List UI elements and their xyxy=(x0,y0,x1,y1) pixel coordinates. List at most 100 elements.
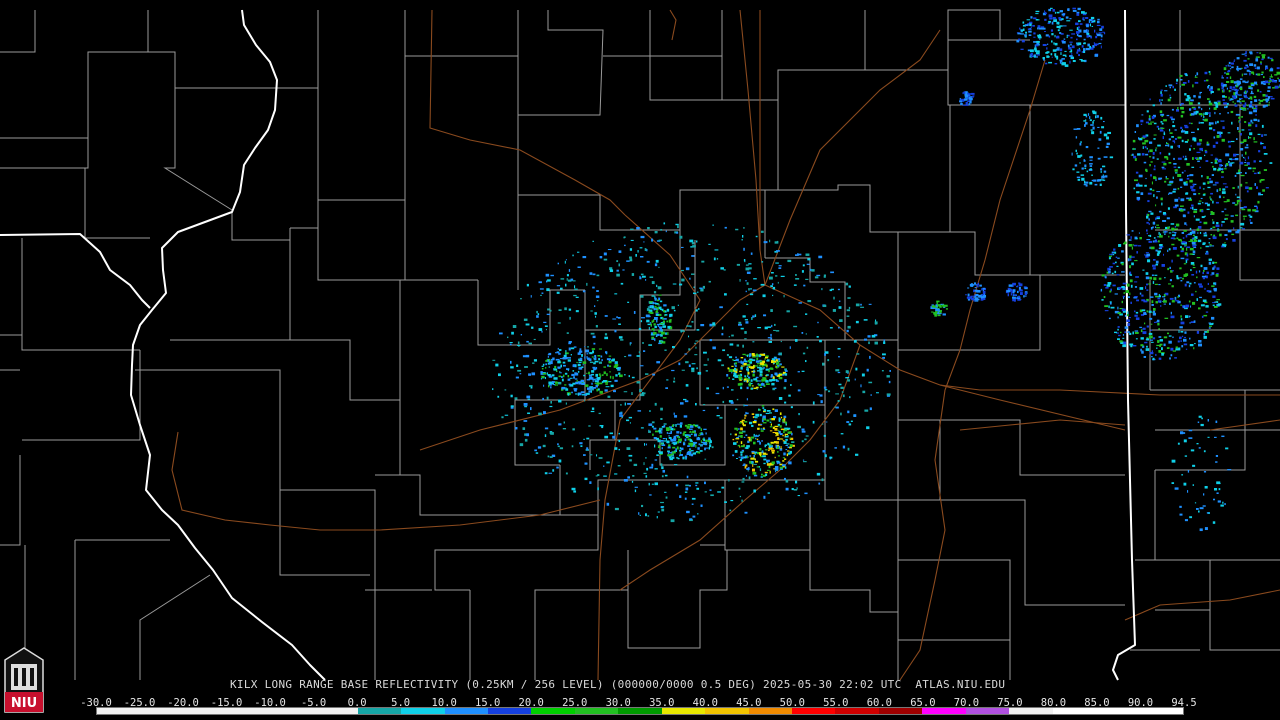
echo-pixel xyxy=(1065,16,1069,19)
echo-pixel xyxy=(1246,66,1249,68)
echo-pixel xyxy=(569,377,573,379)
echo-pixel xyxy=(1101,25,1104,29)
echo-pixel xyxy=(834,447,837,449)
echo-pixel xyxy=(1212,267,1215,270)
echo-pixel xyxy=(676,446,679,450)
echo-pixel xyxy=(1214,111,1216,115)
echo-pixel xyxy=(1180,114,1184,118)
echo-pixel xyxy=(1164,317,1169,319)
echo-pixel xyxy=(1106,136,1109,140)
echo-pixel xyxy=(764,445,766,448)
echo-pixel xyxy=(1066,36,1068,39)
echo-pixel xyxy=(723,269,726,271)
echo-pixel xyxy=(498,373,501,377)
echo-pixel xyxy=(1214,301,1217,303)
echo-pixel xyxy=(768,340,773,343)
echo-pixel xyxy=(694,342,696,345)
echo-pixel xyxy=(727,367,730,370)
echo-pixel xyxy=(602,380,607,382)
echo-pixel xyxy=(534,449,537,452)
echo-pixel xyxy=(1174,232,1177,234)
echo-pixel xyxy=(736,263,740,266)
echo-pixel xyxy=(1207,98,1210,100)
echo-pixel xyxy=(1165,85,1167,88)
scale-color-segment xyxy=(270,708,315,714)
echo-pixel xyxy=(757,380,761,382)
echo-pixel xyxy=(1121,263,1124,266)
echo-pixel xyxy=(753,433,755,437)
echo-pixel xyxy=(1036,54,1040,56)
echo-pixel xyxy=(596,367,598,370)
echo-pixel xyxy=(959,100,962,103)
echo-pixel xyxy=(1212,304,1215,307)
echo-pixel xyxy=(560,364,562,368)
echo-pixel xyxy=(1176,78,1179,82)
echo-pixel xyxy=(1114,293,1118,295)
echo-pixel xyxy=(679,447,682,450)
niu-logo: NIU xyxy=(4,647,44,713)
echo-pixel xyxy=(1254,105,1258,108)
echo-pixel xyxy=(1186,281,1190,284)
echo-pixel xyxy=(708,243,711,245)
echo-pixel xyxy=(592,273,596,276)
echo-pixel xyxy=(1059,48,1063,52)
echo-pixel xyxy=(1100,179,1104,181)
echo-pixel xyxy=(1066,20,1071,22)
echo-pixel xyxy=(1189,197,1192,200)
echo-pixel xyxy=(776,250,780,252)
echo-pixel xyxy=(538,328,543,331)
echo-pixel xyxy=(1071,33,1076,35)
echo-pixel xyxy=(1198,95,1201,99)
echo-pixel xyxy=(840,412,842,416)
echo-pixel xyxy=(658,451,663,454)
echo-pixel xyxy=(542,444,546,448)
echo-pixel xyxy=(1168,340,1172,344)
echo-pixel xyxy=(1245,151,1247,155)
echo-pixel xyxy=(719,416,723,419)
echo-pixel xyxy=(1048,14,1053,18)
echo-pixel xyxy=(1038,27,1043,30)
scale-color-segment xyxy=(574,708,619,714)
echo-pixel xyxy=(772,294,774,297)
echo-pixel xyxy=(570,347,575,350)
echo-pixel xyxy=(780,428,785,431)
echo-pixel xyxy=(1152,156,1155,159)
echo-pixel xyxy=(1103,170,1107,173)
echo-pixel xyxy=(681,246,684,248)
echo-pixel xyxy=(1072,7,1076,10)
echo-pixel xyxy=(1193,107,1197,110)
echo-pixel xyxy=(1152,226,1154,229)
echo-pixel xyxy=(586,392,590,395)
echo-pixel xyxy=(1029,53,1033,55)
echo-pixel xyxy=(1180,106,1184,110)
echo-pixel xyxy=(1214,488,1218,491)
echo-pixel xyxy=(1196,142,1201,146)
echo-pixel xyxy=(776,433,779,436)
echo-pixel xyxy=(647,227,650,230)
echo-pixel xyxy=(1250,119,1253,123)
echo-pixel xyxy=(1248,137,1252,139)
echo-pixel xyxy=(866,368,869,372)
echo-pixel xyxy=(1208,122,1211,126)
echo-pixel xyxy=(631,392,633,395)
echo-pixel xyxy=(1257,89,1260,92)
echo-pixel xyxy=(1221,85,1223,87)
echo-pixel xyxy=(686,452,690,455)
echo-pixel xyxy=(567,357,571,359)
echo-pixel xyxy=(1163,119,1167,122)
echo-pixel xyxy=(1177,174,1182,177)
echo-pixel xyxy=(1258,150,1261,153)
echo-pixel xyxy=(867,335,871,338)
echo-pixel xyxy=(1199,139,1203,142)
echo-pixel xyxy=(731,365,734,367)
echo-pixel xyxy=(1149,164,1151,167)
echo-pixel xyxy=(1187,211,1190,214)
echo-pixel xyxy=(661,428,663,431)
echo-pixel xyxy=(766,383,770,385)
echo-pixel xyxy=(1238,130,1241,133)
echo-pixel xyxy=(1193,193,1197,196)
echo-pixel xyxy=(616,260,619,263)
echo-pixel xyxy=(654,444,656,448)
echo-pixel xyxy=(598,358,601,361)
echo-pixel xyxy=(1152,281,1155,284)
